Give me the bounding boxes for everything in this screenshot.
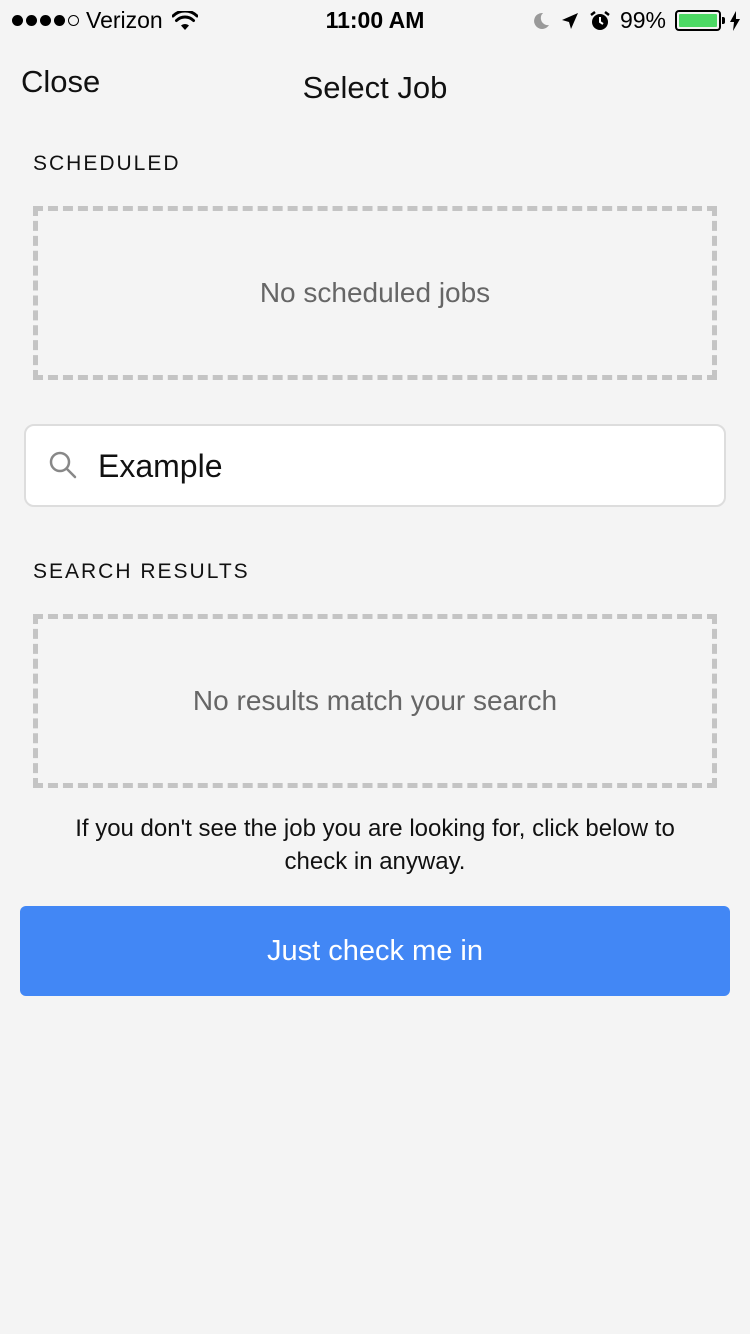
search-input[interactable] — [98, 436, 698, 496]
location-arrow-icon — [561, 12, 578, 29]
battery-level-fill — [679, 14, 717, 27]
page-title: Select Job — [302, 70, 448, 105]
search-icon — [49, 451, 77, 479]
moon-icon — [534, 12, 549, 29]
status-right: 99% — [531, 7, 740, 34]
scheduled-empty-text: No scheduled jobs — [259, 277, 491, 308]
just-check-me-in-button[interactable]: Just check me in — [20, 906, 730, 996]
help-text: If you don't see the job you are looking… — [75, 815, 675, 875]
search-results-section-label: SEARCH RESULTS — [33, 560, 250, 583]
status-bar: Verizon 11:00 AM 99% — [0, 0, 750, 40]
search-field[interactable] — [24, 424, 726, 507]
scheduled-section-label: SCHEDULED — [33, 152, 181, 175]
battery-percent: 99% — [619, 7, 666, 33]
search-results-empty-box: No results match your search — [33, 614, 717, 788]
battery-icon — [675, 10, 725, 31]
charging-bolt-icon — [730, 10, 740, 31]
alarm-icon — [590, 10, 610, 30]
search-results-empty-text: No results match your search — [192, 685, 558, 716]
scheduled-empty-box: No scheduled jobs — [33, 206, 717, 380]
